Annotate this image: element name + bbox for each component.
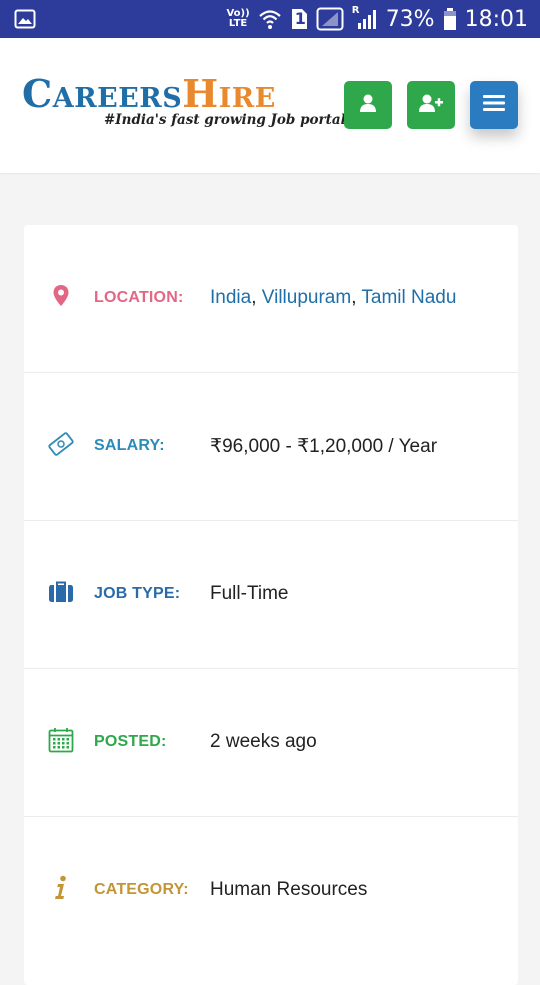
- posted-row: POSTED: 2 weeks ago: [24, 669, 518, 817]
- battery-icon: [443, 7, 457, 31]
- sim-1-icon: 1: [290, 8, 308, 30]
- battery-percent: 73%: [385, 6, 435, 32]
- category-value: Human Resources: [210, 879, 368, 900]
- careershire-logo[interactable]: CareersHire #India's fast growing Job po…: [22, 71, 346, 129]
- salary-label: SALARY:: [94, 437, 165, 454]
- status-bar: Vo)) LTE 1 R 73% 18:01: [0, 0, 540, 38]
- logo-tagline: #India's fast growing Job portal: [104, 112, 346, 128]
- job-type-label: JOB TYPE:: [94, 585, 181, 602]
- user-icon: [359, 93, 377, 118]
- signal-roaming-icon: R: [352, 5, 378, 31]
- calendar-icon: [48, 727, 74, 753]
- job-type-value: Full-Time: [210, 583, 289, 604]
- no-signal-icon: [316, 7, 344, 31]
- location-country-link[interactable]: India: [210, 287, 251, 308]
- location-label: LOCATION:: [94, 289, 184, 306]
- briefcase-icon: [48, 579, 74, 605]
- logo-text-hire: Hire: [182, 71, 276, 116]
- clock: 18:01: [464, 6, 528, 32]
- salary-row: SALARY: ₹96,000 - ₹1,20,000 / Year: [24, 373, 518, 521]
- volte-indicator: Vo)) LTE: [226, 8, 250, 29]
- gallery-notification-icon: [14, 9, 36, 29]
- category-label: CATEGORY:: [94, 881, 189, 898]
- info-icon: [48, 875, 74, 901]
- menu-button[interactable]: [470, 81, 518, 129]
- login-button[interactable]: [344, 81, 392, 129]
- job-type-row: JOB TYPE: Full-Time: [24, 521, 518, 669]
- category-row: CATEGORY: Human Resources: [24, 817, 518, 965]
- location-state-link[interactable]: Tamil Nadu: [361, 287, 456, 308]
- wifi-icon: [258, 8, 282, 30]
- site-header: CareersHire #India's fast growing Job po…: [0, 38, 540, 173]
- location-city-link[interactable]: Villupuram: [262, 287, 351, 308]
- money-bill-icon: [48, 431, 74, 457]
- map-marker-icon: [48, 283, 74, 309]
- location-row: LOCATION: India, Villupuram, Tamil Nadu: [24, 225, 518, 373]
- location-separator: ,: [351, 287, 362, 308]
- posted-value: 2 weeks ago: [210, 731, 317, 752]
- job-details-card: LOCATION: India, Villupuram, Tamil Nadu …: [24, 225, 518, 985]
- register-button[interactable]: [407, 81, 455, 129]
- posted-label: POSTED:: [94, 733, 167, 750]
- location-value: India, Villupuram, Tamil Nadu: [210, 287, 456, 309]
- logo-text-careers: Careers: [22, 71, 183, 116]
- hamburger-icon: [483, 94, 505, 117]
- location-separator: ,: [251, 287, 262, 308]
- salary-value: ₹96,000 - ₹1,20,000 / Year: [210, 436, 438, 457]
- user-plus-icon: [418, 93, 444, 118]
